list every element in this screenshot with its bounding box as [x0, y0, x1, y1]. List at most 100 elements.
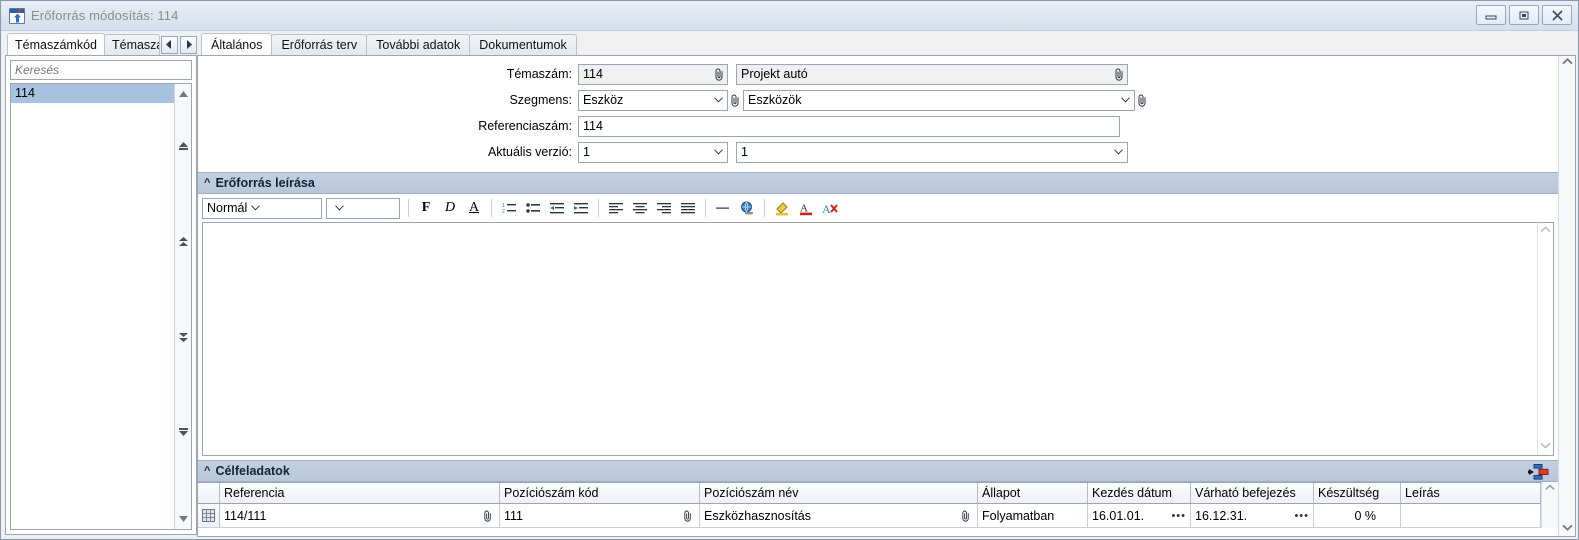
attachment-icon[interactable] [481, 510, 495, 522]
chevron-up-icon[interactable]: ^ [204, 465, 210, 477]
highlight-color-icon[interactable] [771, 197, 793, 219]
chevron-down-icon[interactable] [331, 205, 348, 211]
description-editor[interactable] [202, 222, 1554, 456]
close-button[interactable] [1542, 5, 1572, 25]
temaszam-name-field[interactable]: Projekt autó [736, 63, 1128, 85]
list-item[interactable]: 114 [11, 84, 174, 103]
align-right-icon[interactable] [653, 197, 675, 219]
szegmens-select[interactable]: Eszköz [578, 89, 728, 111]
section-header-celfeladatok[interactable]: ^ Célfeladatok [198, 460, 1558, 482]
decrease-indent-icon[interactable] [546, 197, 568, 219]
sidebar-tab-temaszamkod[interactable]: Témaszámkód [7, 33, 105, 55]
cell-poziciószam-kod[interactable]: 111 [500, 504, 700, 527]
restore-button[interactable] [1509, 5, 1539, 25]
chevron-down-icon[interactable] [1117, 97, 1134, 103]
cell-kezdes-datum[interactable]: 16.01.01. ••• [1088, 504, 1191, 527]
numbered-list-icon[interactable]: 12 [498, 197, 520, 219]
italic-button[interactable]: D [439, 197, 461, 219]
column-header-poziciószam-kod[interactable]: Pozíciószám kód [500, 483, 700, 503]
column-header-referencia[interactable]: Referencia [220, 483, 500, 503]
section-header-eroforras-leirasa[interactable]: ^ Erőforrás leírása [198, 172, 1558, 194]
date-picker-button[interactable]: ••• [1171, 510, 1186, 522]
minimize-button[interactable] [1476, 5, 1506, 25]
chevron-down-icon[interactable] [1110, 149, 1127, 155]
sidebar-list: 114 [10, 83, 192, 530]
aktualis-verzio-select[interactable]: 1 [578, 141, 728, 163]
tab-eroforras-terv[interactable]: Erőforrás terv [271, 34, 368, 55]
horizontal-rule-icon[interactable] [712, 197, 734, 219]
date-picker-button[interactable]: ••• [1294, 510, 1309, 522]
column-header-kezdes-datum[interactable]: Kezdés dátum [1088, 483, 1191, 503]
cell-allapot[interactable]: Folyamatban [978, 504, 1088, 527]
scroll-up-icon[interactable] [175, 86, 191, 102]
scroll-up-icon[interactable] [1545, 484, 1555, 494]
scroll-down-icon[interactable] [1540, 442, 1551, 452]
attachment-icon[interactable] [1111, 68, 1127, 81]
verzio-name-select[interactable]: 1 [736, 141, 1128, 163]
attachment-icon[interactable] [1135, 94, 1150, 107]
verzio-name-value: 1 [741, 145, 748, 159]
align-left-icon[interactable] [605, 197, 627, 219]
scroll-page-up-icon[interactable] [175, 138, 191, 154]
column-header-varhato-befejezes[interactable]: Várható befejezés [1191, 483, 1314, 503]
underline-button[interactable]: A [463, 197, 485, 219]
search-input[interactable] [10, 60, 192, 80]
sidebar-scrollbar[interactable] [174, 84, 191, 529]
scroll-top-icon[interactable] [175, 234, 191, 250]
label-szegmens: Szegmens: [509, 93, 572, 107]
cell-poziciószam-nev[interactable]: Eszközhasznosítás [700, 504, 978, 527]
szegmens-name-select[interactable]: Eszközök [743, 89, 1135, 111]
bullet-list-icon[interactable] [522, 197, 544, 219]
sidebar-tab-label: Témaszám [111, 38, 159, 52]
tab-dokumentumok[interactable]: Dokumentumok [469, 34, 577, 55]
column-header-keszultseg[interactable]: Készültség [1314, 483, 1401, 503]
clear-formatting-icon[interactable]: A [819, 197, 841, 219]
scroll-down-icon[interactable] [175, 511, 191, 527]
insert-link-icon[interactable] [736, 197, 758, 219]
main-scrollbar[interactable] [1558, 56, 1575, 536]
increase-indent-icon[interactable] [570, 197, 592, 219]
cell-keszultseg[interactable]: 0 % [1314, 504, 1401, 527]
align-center-icon[interactable] [629, 197, 651, 219]
tasks-grid-columns: Referencia Pozíciószám kód Pozíciószám n… [198, 482, 1541, 528]
tab-altalanos[interactable]: Általános [201, 33, 273, 55]
column-header-allapot[interactable]: Állapot [978, 483, 1088, 503]
tab-tovabbi-adatok[interactable]: További adatok [366, 34, 471, 55]
attachment-icon[interactable] [681, 510, 695, 522]
font-select[interactable] [326, 197, 400, 219]
cell-leiras[interactable] [1401, 504, 1541, 527]
sidebar-tab-temaszam[interactable]: Témaszám [103, 34, 160, 55]
referenciaszam-field[interactable]: 114 [578, 115, 1120, 137]
description-editor-canvas[interactable] [203, 223, 1537, 455]
attachment-icon[interactable] [711, 68, 727, 81]
column-header-poziciószam-nev[interactable]: Pozíciószám név [700, 483, 978, 503]
column-header-leiras[interactable]: Leírás [1401, 483, 1541, 503]
bold-button[interactable]: F [415, 197, 437, 219]
tab-next-button[interactable] [180, 35, 197, 54]
scroll-up-icon[interactable] [1561, 58, 1573, 68]
grid-row-handle-icon[interactable] [198, 504, 220, 527]
chevron-up-icon[interactable]: ^ [204, 177, 210, 189]
tab-prev-button[interactable] [161, 35, 178, 54]
font-color-icon[interactable]: A [795, 197, 817, 219]
scroll-down-icon[interactable] [1561, 524, 1573, 534]
tasks-grid-scrollbar[interactable] [1541, 482, 1558, 528]
cell-referencia[interactable]: 114/111 [220, 504, 500, 527]
chevron-down-icon[interactable] [247, 205, 264, 211]
description-editor-scrollbar[interactable] [1537, 223, 1553, 455]
paragraph-style-select[interactable]: Normál [202, 197, 322, 219]
scroll-page-down-icon[interactable] [175, 424, 191, 440]
chevron-down-icon[interactable] [710, 97, 727, 103]
scroll-up-icon[interactable] [1540, 226, 1551, 236]
column-layout-icon[interactable] [1528, 464, 1550, 480]
chevron-down-icon[interactable] [710, 149, 727, 155]
cell-varhato-befejezes[interactable]: 16.12.31. ••• [1191, 504, 1314, 527]
toolbar-divider [491, 199, 492, 217]
align-justify-icon[interactable] [677, 197, 699, 219]
temaszam-field[interactable]: 114 [578, 63, 728, 85]
section-title: Erőforrás leírása [215, 176, 315, 190]
table-row[interactable]: 114/111 111 Eszközhasznosítás Folyamatba… [198, 504, 1541, 528]
attachment-icon[interactable] [959, 510, 973, 522]
scroll-bottom-icon[interactable] [175, 329, 191, 345]
attachment-icon[interactable] [728, 94, 743, 107]
